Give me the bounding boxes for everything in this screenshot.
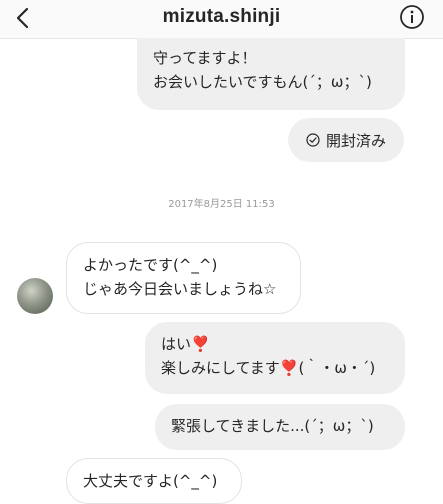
message-text: はい <box>161 335 192 353</box>
message-text: 楽しみにしてます <box>161 359 280 377</box>
incoming-message[interactable]: 大丈夫ですよ(^_^) <box>66 458 242 504</box>
message-text: よかったです(^_^) <box>83 256 218 274</box>
read-status-label: 開封済み <box>325 131 386 150</box>
message-line: はい❣️ <box>161 332 389 356</box>
chat-header: mizuta.shinji <box>0 0 443 39</box>
avatar[interactable] <box>17 278 53 314</box>
info-icon[interactable] <box>399 4 425 30</box>
message-text: 守ってますよ！ <box>153 49 257 67</box>
message-text: お会いしたいですもん(´；ω；`) <box>153 73 372 91</box>
chat-username[interactable]: mizuta.shinji <box>0 6 443 28</box>
heart-icon: ❣️ <box>279 359 299 377</box>
read-receipt: 開封済み <box>288 118 404 162</box>
message-timestamp: 2017年8月25日 11:53 <box>168 199 275 210</box>
outgoing-message[interactable]: 緊張してきました...(´；ω；`) <box>155 404 405 450</box>
incoming-message[interactable]: よかったです(^_^) じゃあ今日会いましょうね☆ <box>66 242 301 314</box>
heart-icon: ❣️ <box>191 335 210 353</box>
message-text: 緊張してきました...(´；ω；`) <box>171 417 374 435</box>
outgoing-message[interactable]: 守ってますよ！ お会いしたいですもん(´；ω；`) <box>137 38 405 110</box>
message-text: 大丈夫ですよ(^_^) <box>83 472 218 490</box>
message-line: 楽しみにしてます❣️(｀・ω・´) <box>161 356 389 380</box>
outgoing-message[interactable]: はい❣️ 楽しみにしてます❣️(｀・ω・´) <box>145 322 405 394</box>
check-circle-icon <box>306 133 320 147</box>
message-text: じゃあ今日会いましょうね☆ <box>83 280 277 298</box>
message-text: (｀・ω・´) <box>298 359 376 377</box>
